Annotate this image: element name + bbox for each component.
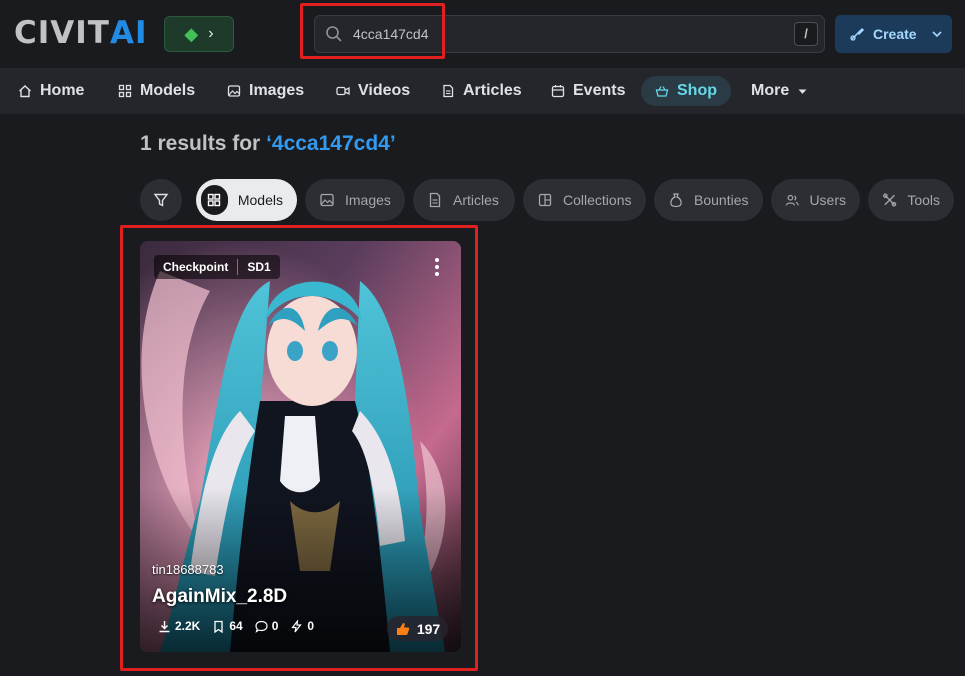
calendar-icon: [551, 85, 565, 98]
nav-home[interactable]: Home: [18, 76, 84, 106]
search-icon: [326, 26, 342, 42]
nav-models[interactable]: Models: [118, 76, 195, 106]
model-type-badge: Checkpoint: [163, 260, 229, 274]
likes-button[interactable]: 197: [387, 616, 448, 641]
tab-images[interactable]: Images: [305, 179, 405, 221]
tab-images-label: Images: [345, 192, 391, 208]
top-bar: CIVITAI ◆ › / Create: [0, 0, 965, 68]
model-card[interactable]: Checkpoint SD1 tin18688783 AgainMix_2.8D…: [140, 241, 461, 652]
collection-icon: [538, 193, 552, 207]
bookmarks-count: 64: [229, 619, 243, 633]
thumbs-up-icon: [396, 622, 410, 635]
likes-count: 197: [416, 620, 441, 637]
tab-articles-label: Articles: [453, 192, 499, 208]
comment-icon: [255, 620, 268, 633]
nav-articles[interactable]: Articles: [441, 76, 522, 106]
nav-events-label: Events: [573, 82, 626, 99]
dots-vertical-icon: [435, 258, 439, 276]
comments-count: 0: [271, 619, 279, 633]
nav-models-label: Models: [140, 82, 196, 99]
basket-icon: [655, 86, 669, 97]
create-button[interactable]: Create: [835, 15, 952, 53]
gem-icon: ◆: [184, 23, 199, 44]
creator-username[interactable]: tin18688783: [152, 562, 224, 577]
bolt-icon: [291, 619, 303, 632]
downloads-count: 2.2K: [175, 619, 201, 633]
logo-accent: AI: [109, 15, 148, 51]
results-prefix: 1 results for: [140, 132, 261, 155]
card-menu-button[interactable]: [433, 257, 441, 277]
tab-collections-label: Collections: [563, 192, 632, 208]
image-icon: [320, 193, 334, 207]
bookmarks-stat: 64: [212, 619, 243, 633]
tab-articles[interactable]: Articles: [413, 179, 515, 221]
nav-more-label: More: [751, 82, 790, 99]
buzz-count: 0: [307, 619, 315, 633]
model-badges: Checkpoint SD1: [154, 255, 280, 279]
home-icon: [19, 85, 31, 98]
video-icon: [336, 86, 350, 96]
nav-more[interactable]: More: [751, 76, 808, 106]
brush-icon: [850, 27, 865, 41]
civitai-logo[interactable]: CIVIT AI: [14, 15, 148, 51]
create-label: Create: [873, 26, 917, 42]
moneybag-icon: [670, 193, 682, 208]
grid-icon: [201, 185, 228, 215]
grid-icon: [118, 84, 132, 98]
filter-icon: [153, 193, 169, 207]
download-icon: [159, 620, 170, 632]
nav-events[interactable]: Events: [551, 76, 625, 106]
nav-shop-label: Shop: [677, 82, 717, 99]
caret-down-icon: [798, 89, 807, 94]
tab-models[interactable]: Models: [196, 179, 297, 221]
tab-collections[interactable]: Collections: [523, 179, 646, 221]
search-input[interactable]: [353, 16, 773, 52]
tab-tools-label: Tools: [907, 192, 940, 208]
logo-text: CIVIT: [14, 15, 110, 51]
file-text-icon: [429, 192, 441, 208]
downloads-stat: 2.2K: [158, 619, 200, 633]
tab-bounties[interactable]: Bounties: [654, 179, 763, 221]
nav-articles-label: Articles: [463, 82, 522, 99]
model-title[interactable]: AgainMix_2.8D: [152, 586, 287, 608]
results-heading: 1 results for ‘4cca147cd4’: [140, 132, 396, 156]
tab-users-label: Users: [809, 192, 846, 208]
tab-models-label: Models: [237, 192, 283, 208]
results-query: ‘4cca147cd4’: [266, 132, 396, 155]
tab-tools[interactable]: Tools: [868, 179, 954, 221]
bookmark-icon: [214, 620, 224, 633]
buzz-stat: 0: [290, 619, 314, 633]
base-model-badge: SD1: [247, 260, 271, 274]
chevron-right-icon: ›: [208, 25, 214, 42]
file-text-icon: [443, 84, 454, 98]
tools-icon: [883, 193, 897, 207]
search-shortcut-key: /: [794, 22, 818, 46]
nav-images[interactable]: Images: [227, 76, 304, 106]
comments-stat: 0: [255, 619, 279, 633]
nav-home-label: Home: [40, 82, 85, 99]
main-nav: Home Models Images Videos Articles Event…: [0, 68, 965, 114]
tab-bounties-label: Bounties: [694, 192, 749, 208]
search-bar[interactable]: /: [314, 15, 825, 53]
nav-videos[interactable]: Videos: [336, 76, 410, 106]
filter-button[interactable]: [140, 179, 182, 221]
membership-promo-button[interactable]: ◆ ›: [164, 16, 234, 52]
chevron-down-icon: [932, 31, 942, 38]
nav-images-label: Images: [249, 82, 305, 99]
users-icon: [785, 194, 799, 206]
nav-shop[interactable]: Shop: [641, 76, 731, 106]
nav-videos-label: Videos: [358, 82, 411, 99]
model-stats: 2.2K 64 0 0: [158, 619, 314, 633]
image-icon: [227, 85, 241, 97]
tab-users[interactable]: Users: [771, 179, 860, 221]
